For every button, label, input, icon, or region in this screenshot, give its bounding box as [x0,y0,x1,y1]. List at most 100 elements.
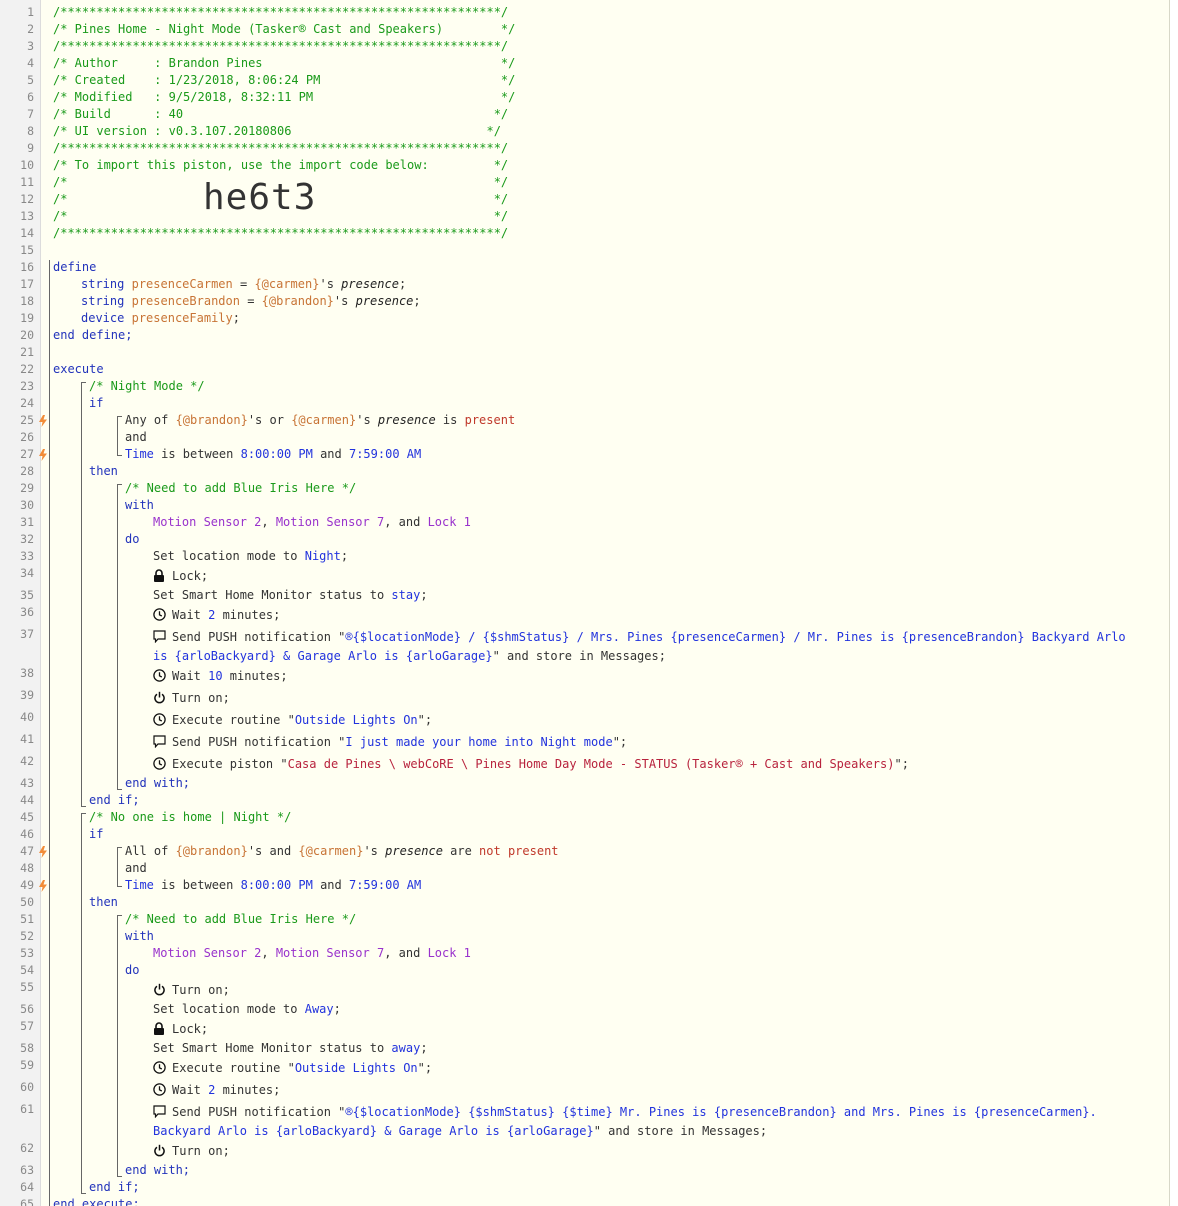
line-number: 32 [20,532,34,546]
statement-push[interactable]: Send PUSH notification "I just made your… [153,734,627,751]
text: 's or [247,413,292,427]
statement-turn-on[interactable]: Turn on; [153,1143,230,1160]
statement-wait[interactable]: Wait 2 minutes; [153,1082,280,1099]
lightning-trigger-icon [38,415,48,427]
text: , [261,946,276,960]
statement-turn-on[interactable]: Turn on; [153,982,230,999]
power-icon [153,983,167,996]
device-list[interactable]: Motion Sensor 2, Motion Sensor 7, and Lo… [153,945,471,962]
text: 's and [247,844,299,858]
line-number: 10 [20,158,34,172]
if-keyword[interactable]: if [89,395,103,412]
line-number: 7 [27,107,34,121]
and-operator[interactable]: and [125,429,147,446]
text: ; [398,277,407,291]
condition[interactable]: Time is between 8:00:00 PM and 7:59:00 A… [125,446,421,463]
line-number: 48 [20,861,34,875]
line-number: 59 [20,1058,34,1072]
bracket-tick [117,416,122,417]
value: is {arloBackyard} & Garage Arlo is {arlo… [153,649,493,663]
device: Motion Sensor 7 [275,515,385,529]
line-number: 35 [20,588,34,602]
device-list[interactable]: Motion Sensor 2, Motion Sensor 7, and Lo… [153,514,471,531]
variable-declaration[interactable]: string presenceCarmen = {@carmen}'s pres… [81,276,406,293]
statement-push[interactable]: Send PUSH notification "®{$locationMode}… [153,1104,1097,1121]
statement-wait[interactable]: Wait 2 minutes; [153,607,280,624]
line-number: 22 [20,362,34,376]
and-operator[interactable]: and [125,860,147,877]
header-stars: /***************************************… [53,226,509,240]
value: I just made your home into Night mode [345,735,613,749]
block-comment: /* Need to add Blue Iris Here */ [125,481,357,495]
line-number: 24 [20,396,34,410]
text: 's [363,844,386,858]
line-number: 34 [20,566,34,580]
message-icon [153,630,167,643]
bracket-tick [117,455,122,456]
lightning-trigger-icon [38,846,48,858]
line-number: 27 [20,447,34,461]
header-stars: /***************************************… [53,39,509,53]
statement-lock[interactable]: Lock; [153,568,208,585]
value: 8:00:00 PM [240,447,313,461]
statement-set-mode[interactable]: Set location mode to Night; [153,548,348,565]
condition[interactable]: Any of {@brandon}'s or {@carmen}'s prese… [125,412,515,429]
line-number: 61 [20,1102,34,1116]
condition[interactable]: All of {@brandon}'s and {@carmen}'s pres… [125,843,559,860]
text: ; [340,549,349,563]
statement-execute-routine[interactable]: Execute routine "Outside Lights On"; [153,712,432,729]
statement-set-mode[interactable]: Set location mode to Away; [153,1001,341,1018]
text: Any of [125,413,176,427]
do-keyword: do [125,532,140,546]
statement-execute-piston[interactable]: Execute piston "Casa de Pines \ webCoRE … [153,756,909,773]
end-with-keyword: end with; [125,776,191,790]
line-number: 9 [27,141,34,155]
with-keyword[interactable]: with [125,497,154,514]
statement-push-continued[interactable]: Backyard Arlo is {arloBackyard} & Garage… [153,1123,767,1140]
if-keyword[interactable]: if [89,826,103,843]
with-keyword[interactable]: with [125,928,154,945]
end-with-keyword: end with; [125,1163,191,1177]
define-keyword: define [53,260,97,274]
define-execute-guide [49,260,50,1206]
line-number: 52 [20,929,34,943]
statement-set-shm[interactable]: Set Smart Home Monitor status to stay; [153,587,428,604]
bracket-tick [117,484,122,485]
statement-set-shm[interactable]: Set Smart Home Monitor status to away; [153,1040,428,1057]
condition-bracket [117,416,118,455]
text: minutes; [222,669,288,683]
statement-push[interactable]: Send PUSH notification "®{$locationMode}… [153,629,1126,646]
piston-name: Casa de Pines \ webCoRE \ Pines Home Day… [287,757,895,771]
text: " and store in Messages; [593,1124,768,1138]
bracket-tick [117,847,122,848]
text: and [312,447,349,461]
line-number: 17 [20,277,34,291]
text: are [442,844,480,858]
statement-lock[interactable]: Lock; [153,1021,208,1038]
text: Execute routine " [172,713,295,727]
statement-wait[interactable]: Wait 10 minutes; [153,668,288,685]
statement-turn-on[interactable]: Turn on; [153,690,230,707]
value: Night [304,549,341,563]
text: Send PUSH notification " [172,630,346,644]
text: Wait [172,1083,209,1097]
text: ; [420,588,428,602]
variable-name: presenceCarmen [131,277,233,291]
variable-declaration[interactable]: device presenceFamily; [81,310,240,327]
with-block-bracket [117,915,118,1176]
device-variable: {@carmen} [291,413,357,427]
end-define-keyword: end define; [53,328,133,342]
line-number: 47 [20,844,34,858]
statement-push-continued[interactable]: is {arloBackyard} & Garage Arlo is {arlo… [153,648,666,665]
line-number: 62 [20,1141,34,1155]
text: Send PUSH notification " [172,735,346,749]
statement-execute-routine[interactable]: Execute routine "Outside Lights On"; [153,1060,432,1077]
text: , and [384,515,428,529]
device: Motion Sensor 7 [275,946,385,960]
variable-declaration[interactable]: string presenceBrandon = {@brandon}'s pr… [81,293,421,310]
header-stars: /***************************************… [53,141,509,155]
variable-name: presenceBrandon [131,294,240,308]
condition[interactable]: Time is between 8:00:00 PM and 7:59:00 A… [125,877,421,894]
type-keyword: device [81,311,125,325]
line-number: 30 [20,498,34,512]
